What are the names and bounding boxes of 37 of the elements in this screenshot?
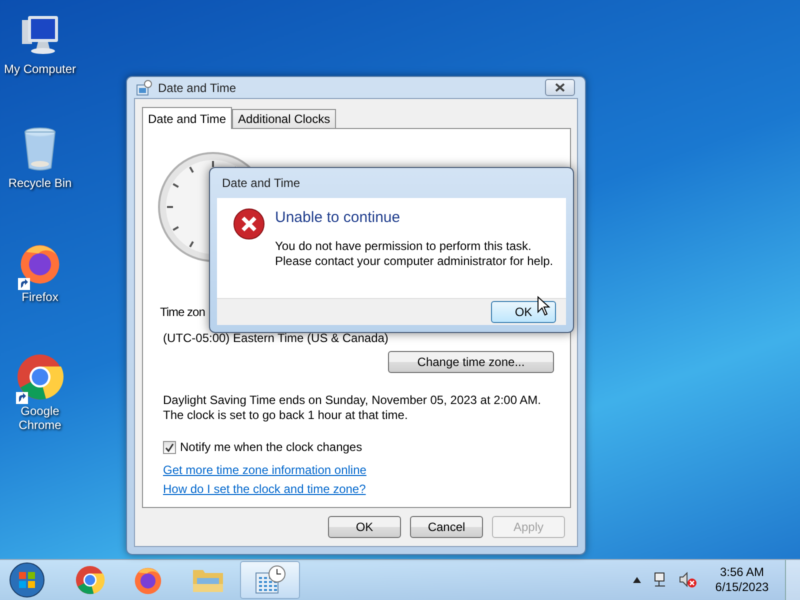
taskbar-date[interactable]: 6/15/2023 [715, 580, 769, 595]
start-button-icon[interactable] [8, 561, 46, 599]
taskbar-button[interactable] [240, 561, 300, 599]
taskbar-time[interactable]: 3:56 AM [720, 565, 764, 580]
close-icon [555, 83, 565, 92]
speaker-muted-icon[interactable] [679, 572, 697, 588]
change-time-zone-button[interactable]: Change time zone... [388, 351, 554, 373]
desktop-icon-label[interactable]: Recycle Bin [8, 176, 72, 190]
chrome-icon [75, 565, 105, 595]
desktop-icon-label[interactable]: Firefox [22, 290, 58, 304]
window-title: Date and Time [158, 80, 238, 94]
time-zone-value: (UTC-05:00) Eastern Time (US & Canada) [163, 331, 390, 346]
tab[interactable]: Date and Time [142, 107, 232, 129]
desktop-icon-label[interactable]: Google Chrome [1, 404, 79, 432]
chrome-icon [16, 353, 64, 401]
time-zone-label: Time zon [160, 305, 205, 320]
error-message: Please contact your computer administrator for help. [275, 254, 554, 269]
error-icon [233, 208, 265, 240]
close-button[interactable] [545, 79, 575, 96]
dialog-button[interactable]: Cancel [410, 516, 483, 538]
desktop-icon-label[interactable]: My Computer [4, 62, 76, 76]
tray-expand-icon[interactable] [633, 577, 641, 583]
error-heading: Unable to continue [275, 208, 402, 228]
calendar-clock-icon [136, 80, 152, 96]
notify-label[interactable]: Notify me when the clock changes [180, 440, 362, 455]
dialog-title: Date and Time [221, 176, 302, 190]
firefox-icon [133, 565, 163, 595]
help-link[interactable]: Get more time zone information online [163, 461, 366, 480]
recycle-bin-icon [22, 126, 58, 172]
dialog-button[interactable]: OK [328, 516, 401, 538]
notify-checkbox[interactable] [163, 441, 176, 454]
calendar-clock-icon [254, 565, 286, 595]
ok-button[interactable]: OK [491, 301, 556, 323]
error-message: You do not have permission to perform this task. [275, 239, 532, 254]
tab[interactable]: Additional Clocks [232, 109, 336, 128]
dst-info-text: Daylight Saving Time ends on Sunday, November 05, 2023 at 2:00 AM. The clock is set to go back 1 hour at that time. [163, 393, 542, 423]
help-link[interactable]: How do I set the clock and time zone? [163, 480, 366, 499]
